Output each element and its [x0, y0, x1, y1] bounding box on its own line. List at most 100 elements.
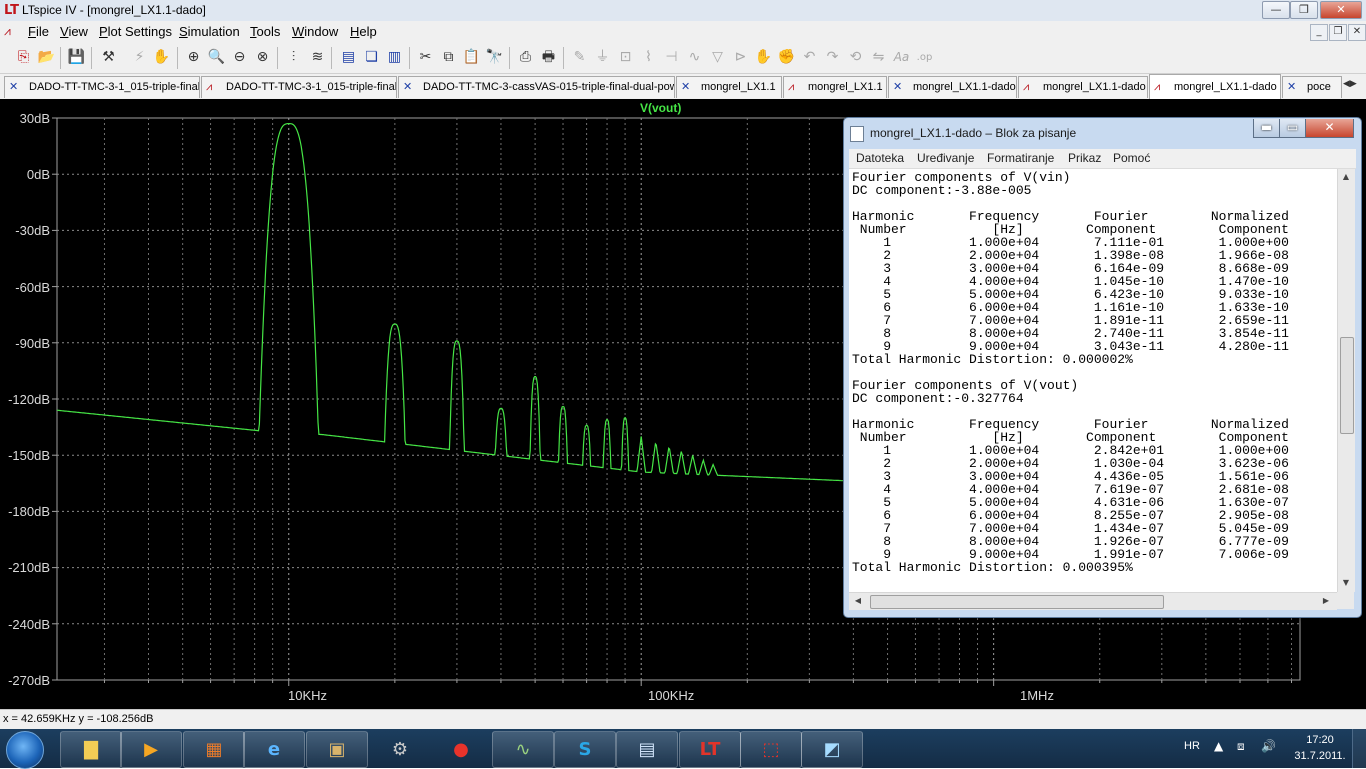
wire-icon[interactable]: ✎ [570, 48, 589, 67]
language-indicator[interactable]: HR [1184, 740, 1200, 752]
taskbar-snipping[interactable]: ◩ [801, 731, 863, 768]
tab-scroll-arrows[interactable]: ◀▶ [1343, 79, 1363, 89]
taskbar-media-player[interactable]: ▶ [120, 731, 182, 768]
notepad-text-area[interactable]: Fourier components of V(vin) DC componen… [849, 169, 1337, 592]
tab-mongrel-sch[interactable]: ✕ mongrel_LX1.1 [676, 76, 782, 98]
tab-mongrel-dado-sch[interactable]: ✕ mongrel_LX1.1-dado [888, 76, 1017, 98]
trace-label[interactable]: V(vout) [640, 101, 681, 115]
fourier-report-text[interactable]: Fourier components of V(vin) DC componen… [849, 169, 1337, 574]
scroll-down-arrow-icon[interactable]: ▼ [1339, 576, 1353, 590]
cut-icon[interactable]: ✂ [416, 48, 435, 67]
clock-date[interactable]: 31.7.2011. [1292, 750, 1348, 762]
mdi-minimize-button[interactable]: _ [1310, 24, 1328, 41]
drag-icon[interactable]: ✊ [777, 48, 796, 67]
redo-icon[interactable]: ↷ [823, 48, 842, 67]
text-icon[interactable]: Aa [892, 48, 911, 67]
mirror-icon[interactable]: ⇋ [869, 48, 888, 67]
tab-mongrel-dado-wave-active[interactable]: ⩘ mongrel_LX1.1-dado [1149, 74, 1281, 99]
maximize-button[interactable]: ❐ [1290, 1, 1318, 19]
waveform-doc-icon[interactable]: ⩘ [4, 24, 20, 38]
tab-mongrel-dado-wave[interactable]: ⩘ mongrel_LX1.1-dado [1018, 76, 1148, 98]
taskbar-oscilloscope[interactable]: ∿ [492, 731, 554, 768]
notepad-close-button[interactable]: ✕ [1305, 119, 1354, 138]
taskbar-acrobat[interactable]: ⬚ [740, 731, 802, 768]
taskbar-photo-viewer[interactable]: ▣ [306, 731, 368, 768]
np-menu-uredivanje[interactable]: Uređivanje [917, 151, 974, 165]
menu-plot-settings[interactable]: Plot Settings [99, 24, 172, 39]
move-icon[interactable]: ✋ [754, 48, 773, 67]
mdi-restore-button[interactable]: ❐ [1329, 24, 1347, 41]
np-menu-formatiranje[interactable]: Formatiranje [987, 151, 1054, 165]
taskbar-archive[interactable]: ▦ [183, 731, 245, 768]
pick-visible-traces-icon[interactable]: ≋ [308, 48, 327, 67]
minimize-button[interactable]: — [1262, 1, 1290, 19]
diode-icon[interactable]: ▽ [708, 48, 727, 67]
menu-tools[interactable]: Tools [250, 24, 280, 39]
capacitor-icon[interactable]: ⊣ [662, 48, 681, 67]
taskbar-internet-explorer[interactable]: e [243, 731, 305, 768]
component-icon[interactable]: ⊳ [731, 48, 750, 67]
tab-mongrel-wave[interactable]: ⩘ mongrel_LX1.1 [783, 76, 887, 98]
mdi-close-button[interactable]: ✕ [1348, 24, 1366, 41]
find-icon[interactable]: 🔭 [485, 48, 504, 67]
scroll-up-arrow-icon[interactable]: ▲ [1339, 170, 1353, 184]
taskbar-notepad[interactable]: ▤ [616, 731, 678, 768]
notepad-window[interactable]: mongrel_LX1.1-dado – Blok za pisanje ▬ ▭… [843, 117, 1362, 618]
run-icon[interactable]: ⚡ [130, 48, 149, 67]
show-desktop-button[interactable] [1352, 729, 1366, 768]
taskbar-ltspice[interactable]: LT [679, 731, 741, 768]
menu-view[interactable]: View [60, 24, 88, 39]
label-net-icon[interactable]: ⊡ [616, 48, 635, 67]
show-hidden-icons-icon[interactable]: ▲ [1214, 739, 1223, 753]
zoom-fit-icon[interactable]: ⊗ [253, 48, 272, 67]
control-panel-icon[interactable]: ⚒ [99, 48, 118, 67]
inductor-icon[interactable]: ∿ [685, 48, 704, 67]
cascade-icon[interactable]: ❏ [362, 48, 381, 67]
taskbar-tool[interactable]: ⚙ [369, 731, 431, 768]
ground-icon[interactable]: ⏚ [593, 48, 612, 67]
vertical-scroll-thumb[interactable] [1340, 337, 1354, 434]
horizontal-scroll-thumb[interactable] [870, 595, 1164, 609]
vertical-scrollbar[interactable]: ▲ ▼ [1337, 169, 1355, 592]
zoom-area-icon[interactable]: 🔍 [207, 48, 226, 67]
volume-icon[interactable]: 🔊 [1261, 739, 1276, 753]
menu-file[interactable]: File [28, 24, 49, 39]
halt-icon[interactable]: ✋ [152, 48, 171, 67]
taskbar-explorer[interactable]: ▇ [60, 731, 122, 768]
scroll-left-arrow-icon[interactable]: ◀ [851, 594, 865, 608]
menu-help[interactable]: Help [350, 24, 377, 39]
notepad-minimize-button[interactable]: ▬ [1253, 119, 1280, 138]
paste-icon[interactable]: 📋 [462, 48, 481, 67]
tab-dado-cassvas-sch[interactable]: ✕ DADO-TT-TMC-3-cassVAS-015-triple-final-… [398, 76, 675, 98]
tab-dado-tt-triple-final-wave[interactable]: ⩘ DADO-TT-TMC-3-1_015-triple-final [201, 76, 397, 98]
save-icon[interactable]: 💾 [67, 48, 86, 67]
clock-time[interactable]: 17:20 [1298, 734, 1342, 746]
undo-icon[interactable]: ↶ [800, 48, 819, 67]
start-button[interactable] [6, 731, 44, 769]
copy-icon[interactable]: ⧉ [439, 48, 458, 67]
autorange-icon[interactable]: ⫶ [284, 48, 303, 67]
taskbar-skype[interactable]: S [554, 731, 616, 768]
tile-horizontal-icon[interactable]: ▤ [339, 48, 358, 67]
tab-poce-sch[interactable]: ✕ poce [1282, 76, 1342, 98]
horizontal-scrollbar[interactable]: ◀ ▶ [849, 592, 1337, 610]
close-button[interactable]: ✕ [1320, 1, 1362, 19]
tile-vertical-icon[interactable]: ▥ [385, 48, 404, 67]
new-schematic-icon[interactable]: ⎘ [14, 48, 33, 67]
tab-dado-tt-triple-final-sch[interactable]: ✕ DADO-TT-TMC-3-1_015-triple-final [4, 76, 200, 98]
rotate-icon[interactable]: ⟲ [846, 48, 865, 67]
zoom-in-icon[interactable]: ⊕ [184, 48, 203, 67]
notepad-maximize-button[interactable]: ▭ [1279, 119, 1306, 138]
print-icon[interactable]: 🖶 [539, 48, 558, 67]
scroll-right-arrow-icon[interactable]: ▶ [1319, 594, 1333, 608]
menu-simulation[interactable]: Simulation [179, 24, 240, 39]
print-preview-icon[interactable]: ⎙ [516, 48, 535, 67]
taskbar-security[interactable]: ● [430, 731, 492, 768]
np-menu-pomoc[interactable]: Pomoć [1113, 151, 1150, 165]
spice-directive-icon[interactable]: .op [915, 48, 934, 67]
np-menu-datoteka[interactable]: Datoteka [856, 151, 904, 165]
zoom-out-icon[interactable]: ⊖ [230, 48, 249, 67]
network-icon[interactable]: ⧈ [1237, 739, 1245, 754]
resistor-icon[interactable]: ⌇ [639, 48, 658, 67]
open-folder-icon[interactable]: 📂 [37, 48, 56, 67]
